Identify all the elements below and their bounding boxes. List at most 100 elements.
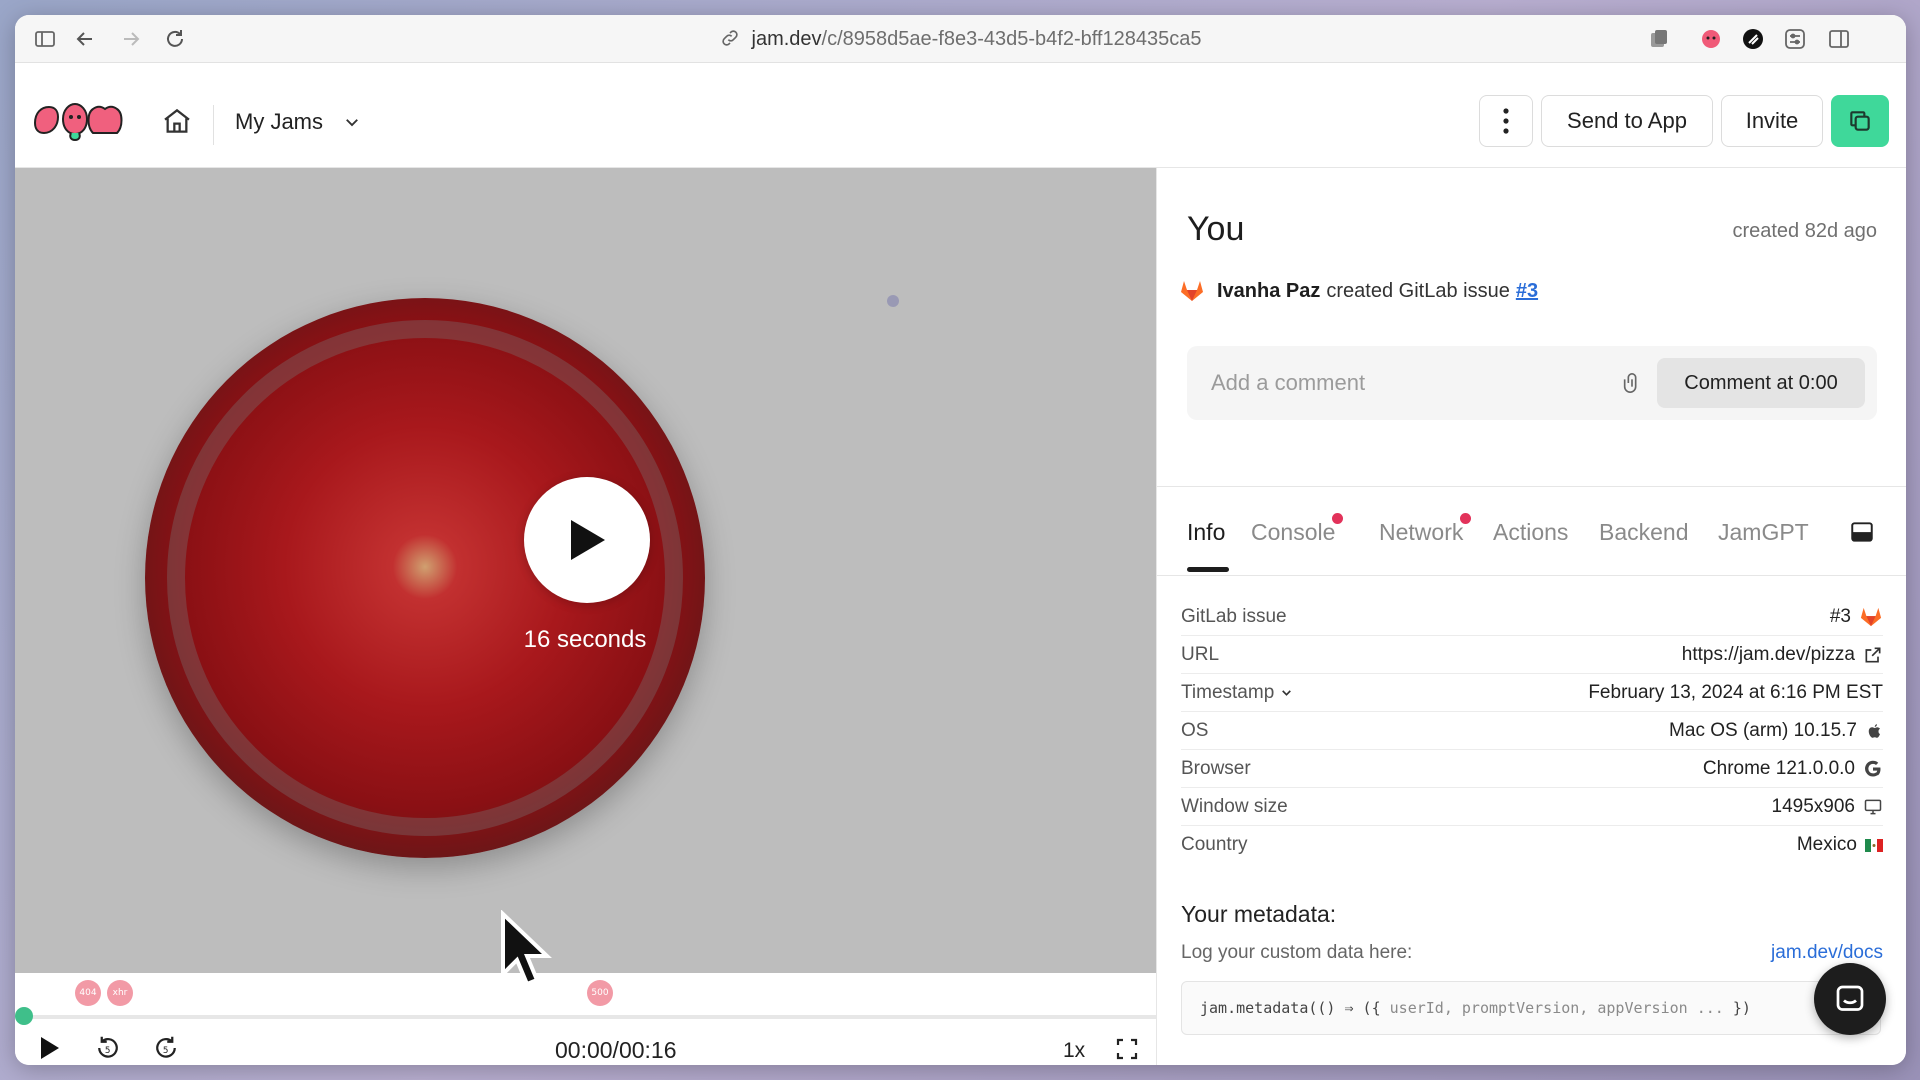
details-panel: You created 82d ago Ivanha Paz created G… [1156, 168, 1906, 1065]
tab-backend[interactable]: Backend [1599, 519, 1689, 546]
google-icon [1863, 759, 1883, 779]
settings-extension-icon[interactable] [1783, 27, 1807, 51]
address-bar[interactable]: jam.dev/c/8958d5ae-f8e3-43d5-b4f2-bff128… [15, 28, 1906, 54]
tabs-bar: Info Console Network Actions Backend Jam… [1157, 486, 1906, 576]
panel-layout-icon [1851, 522, 1873, 542]
video-duration-label: 16 seconds [523, 626, 647, 653]
info-row-window-size: Window size 1495x906 [1181, 788, 1883, 826]
info-value: 1495x906 [1771, 796, 1855, 817]
browser-window: jam.dev/c/8958d5ae-f8e3-43d5-b4f2-bff128… [15, 15, 1906, 1065]
comment-input[interactable]: Add a comment [1211, 370, 1365, 396]
metadata-title: Your metadata: [1181, 901, 1337, 927]
metadata-subtitle: Log your custom data here: [1181, 942, 1413, 963]
tab-console[interactable]: Console [1251, 513, 1344, 546]
timestamp-toggle[interactable]: Timestamp [1181, 682, 1293, 704]
activity-user: Ivanha Paz [1217, 279, 1321, 302]
activity-text: created GitLab issue [1326, 279, 1510, 302]
comment-button[interactable]: Comment at 0:00 [1657, 358, 1865, 408]
home-icon[interactable] [161, 105, 193, 142]
tab-actions[interactable]: Actions [1493, 519, 1568, 546]
timeline-scrubber[interactable] [15, 1007, 33, 1025]
tab-info[interactable]: Info [1187, 519, 1225, 546]
created-timestamp: created 82d ago [1732, 220, 1877, 242]
timeline-marker-404[interactable]: 404 [75, 980, 101, 1006]
timeline-marker-xhr[interactable]: xhr [107, 980, 133, 1006]
chevron-down-icon [1282, 690, 1292, 696]
tab-network[interactable]: Network [1379, 513, 1472, 546]
author-name: You [1187, 210, 1245, 248]
fullscreen-button[interactable] [1115, 1037, 1139, 1065]
mexico-flag-icon [1865, 838, 1883, 852]
tab-jamgpt[interactable]: JamGPT [1718, 519, 1809, 546]
apple-icon [1865, 721, 1883, 741]
page-url-link[interactable]: https://jam.dev/pizza [1682, 644, 1855, 666]
play-button[interactable] [37, 1035, 61, 1065]
split-view-icon[interactable] [1827, 27, 1851, 51]
activity-issue-link[interactable]: #3 [1516, 280, 1538, 303]
slash-extension-icon[interactable] [1741, 27, 1765, 51]
playback-speed-button[interactable]: 1x [1063, 1039, 1085, 1063]
chevron-down-icon [346, 119, 359, 127]
forward-icon: 5 [156, 1036, 176, 1058]
docs-link[interactable]: jam.dev/docs [1771, 942, 1883, 964]
chat-icon [1836, 985, 1864, 1011]
info-value: Chrome 121.0.0.0 [1702, 758, 1855, 779]
paperclip-icon[interactable] [1621, 370, 1643, 401]
info-row-gitlab: GitLab issue #3 [1181, 598, 1883, 636]
chat-support-button[interactable] [1814, 963, 1886, 1035]
playback-time: 00:00/00:16 [555, 1037, 677, 1063]
rewind-icon: 5 [98, 1036, 118, 1058]
console-badge [1332, 513, 1344, 524]
url-host: jam.dev [751, 28, 822, 50]
send-to-app-button[interactable]: Send to App [1541, 95, 1713, 147]
activity-row: Ivanha Paz created GitLab issue #3 [1179, 279, 1538, 303]
header-divider [213, 105, 214, 145]
info-row-os: OS Mac OS (arm) 10.15.7 [1181, 712, 1883, 750]
jam-extension-icon[interactable] [1699, 27, 1723, 51]
workspace-label: My Jams [235, 109, 323, 134]
info-key: URL [1181, 644, 1220, 665]
tab-network-label: Network [1379, 519, 1464, 545]
rewind-5-button[interactable]: 5 [93, 1033, 123, 1065]
timeline-track[interactable] [23, 1015, 1156, 1019]
info-key: Timestamp [1181, 682, 1275, 703]
copy-link-button[interactable] [1831, 95, 1889, 147]
info-row-browser: Browser Chrome 121.0.0.0 [1181, 750, 1883, 788]
copy-icon [1850, 111, 1870, 131]
info-value: February 13, 2024 at 6:16 PM EST [1588, 682, 1883, 703]
gitlab-issue-link[interactable]: #3 [1830, 606, 1851, 628]
invite-button[interactable]: Invite [1721, 95, 1823, 147]
info-key: GitLab issue [1181, 606, 1287, 627]
code-part-b: userId, promptVersion, appVersion ... [1389, 999, 1733, 1017]
info-row-timestamp: Timestamp February 13, 2024 at 6:16 PM E… [1181, 674, 1883, 712]
info-value: Mac OS (arm) 10.15.7 [1669, 720, 1857, 741]
fullscreen-icon [1116, 1038, 1138, 1060]
code-line: jam.metadata(() ⇒ ({ userId, promptVersi… [1200, 999, 1751, 1017]
play-icon [571, 520, 605, 560]
extension-icon[interactable] [1647, 27, 1671, 51]
info-row-country: Country Mexico [1181, 826, 1883, 863]
info-key: OS [1181, 720, 1209, 741]
workspace-selector[interactable]: My Jams [235, 109, 361, 135]
active-tab-indicator [1187, 567, 1229, 572]
forward-5-button[interactable]: 5 [151, 1033, 181, 1065]
comment-composer: Add a comment Comment at 0:00 [1187, 346, 1877, 420]
play-overlay-button[interactable] [524, 477, 650, 603]
info-table: GitLab issue #3 URL https://jam.dev/pizz… [1181, 598, 1883, 863]
info-key: Browser [1181, 758, 1251, 779]
code-part-c: }) [1732, 999, 1751, 1017]
panel-layout-button[interactable] [1849, 519, 1875, 550]
timeline-marker-500[interactable]: 500 [587, 980, 613, 1006]
info-key: Window size [1181, 796, 1288, 817]
app-header: My Jams Send to App Invite [15, 63, 1906, 168]
video-player[interactable]: 16 seconds [15, 168, 1156, 973]
info-value: Mexico [1796, 834, 1857, 855]
more-options-button[interactable] [1479, 95, 1533, 147]
link-icon [720, 28, 740, 54]
jam-logo[interactable] [31, 93, 143, 146]
metadata-code-snippet[interactable]: jam.metadata(() ⇒ ({ userId, promptVersi… [1181, 981, 1881, 1035]
mouse-cursor-icon [499, 909, 553, 995]
monitor-icon [1863, 797, 1883, 817]
external-link-icon[interactable] [1863, 645, 1883, 665]
svg-text:5: 5 [163, 1046, 169, 1056]
